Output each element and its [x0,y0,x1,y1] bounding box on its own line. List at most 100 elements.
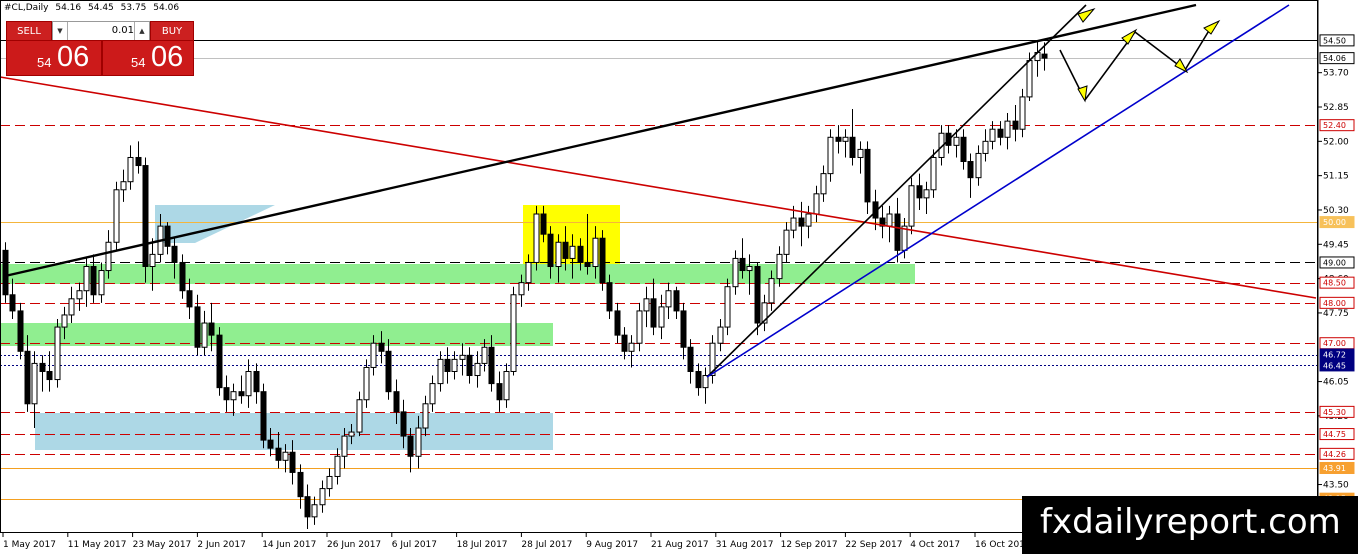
candle-body-bull [982,140,989,154]
ohlc-close: 54.06 [153,3,180,13]
ohlc-open: 54.16 [55,3,82,13]
buy-price-box[interactable]: 54 06 [102,40,194,76]
candle-body-bear [864,148,871,203]
lot-decrease-icon[interactable]: ▼ [53,22,68,40]
candle [326,468,333,497]
level-44-26-label: 44.26 [1319,447,1355,460]
price-label-text: 52.40 [1323,121,1346,130]
lot-size-input[interactable] [68,23,136,38]
candle [923,181,930,215]
candle-body-bull [98,270,105,296]
price-chart[interactable]: 53.7052.8552.0051.1550.3049.4548.6047.75… [0,0,1358,554]
candle [437,351,444,392]
watermark-banner: fxdailyreport.com [1022,496,1358,554]
trendline-black-steep[interactable] [706,4,1087,378]
candle [967,153,974,198]
candle-body-bull [105,241,112,272]
price-tick-label: 53.70 [1323,69,1349,79]
candle-body-bear [223,387,230,401]
candle-body-bear [1012,120,1019,130]
candle-body-bear [687,346,694,372]
zones-layer [0,205,915,450]
candle-body-bull [31,362,38,405]
candle-body-bear [9,294,16,312]
candle-body-bear [179,261,186,292]
candle-body-bull [658,306,665,328]
candle-body-bear [547,233,554,268]
level-46-72-label: 46.72 [1319,348,1355,361]
candle-body-bear [835,136,842,142]
price-label-text: 48.50 [1323,279,1346,288]
sell-button[interactable]: SELL [6,21,52,41]
level-52-40-label: 52.40 [1319,119,1355,132]
trendline-blue-support[interactable] [706,4,1290,378]
price-label-text: 44.75 [1323,430,1346,439]
arrowheads [1077,8,1221,103]
sell-price-box[interactable]: 54 06 [6,40,102,76]
arrow-up-3 [1203,19,1221,35]
candle [2,242,9,303]
candle-body-bear [488,346,495,385]
candle-body-bear [378,342,385,352]
candle [864,141,871,215]
candle-body-bull [319,488,326,506]
candle-body-bear [997,128,1004,138]
candle [444,347,451,384]
candle [503,363,510,408]
date-tick-label: 11 May 2017 [68,540,127,550]
date-tick-label: 18 Jul 2017 [457,540,508,550]
candle-body-bull [113,189,120,243]
lot-increase-icon[interactable]: ▲ [134,22,149,40]
price-label-text: 46.45 [1323,361,1346,370]
candle-body-bear [695,370,702,389]
price-tick-label: 46.05 [1323,378,1349,388]
candle-body-bear [916,185,923,199]
candle-body-bull [975,152,982,179]
candle-body-bull [149,253,156,268]
lot-size-control: ▼ ▲ [52,21,150,41]
buy-price-pips: 06 [151,41,184,73]
candle-body-bear [253,370,260,393]
candle [304,484,311,529]
arrow-down-2 [1174,58,1189,74]
candle [334,448,341,485]
candle [127,145,134,190]
candle-body-bear [135,156,142,167]
candle [113,181,120,251]
candle [960,129,967,170]
price-label-text: 48.00 [1323,299,1346,308]
level-48-00-label: 48.00 [1319,296,1355,309]
candle-body-bull [348,431,355,437]
candle [24,335,31,412]
candle-body-bull [363,366,370,401]
candle-body-bull [717,326,724,344]
candle-body-bear [2,249,9,296]
candle-body-bull [820,173,827,195]
buy-button[interactable]: BUY [150,21,194,41]
candle [636,302,643,352]
sell-price-pips: 06 [57,41,90,73]
price-label-text: 45.30 [1323,408,1346,417]
candle-body-bear [584,261,591,268]
level-54-50-label: 54.50 [1319,34,1355,47]
buy-price-big-figure: 54 [131,55,146,70]
candle-body-bull [503,370,510,401]
price-label-text: 49.00 [1323,258,1346,267]
candle-body-bull [525,261,532,284]
candle-body-bull [370,342,377,368]
candle-body-bear [216,334,223,389]
candle-body-bear [267,439,274,449]
candle-body-bull [326,475,333,490]
candle-body-bull [768,278,775,304]
one-click-trading-panel: SELL ▼ ▲ BUY 54 06 54 06 [4,18,194,76]
date-tick-label: 9 Aug 2017 [586,540,638,550]
candle-body-bull [592,237,599,267]
candle-body-bear [614,310,621,336]
candle [533,205,540,271]
candle [820,165,827,202]
candle-body-bear [562,241,569,259]
sell-price-big-figure: 54 [37,55,52,70]
candle-body-bear [849,136,856,158]
candle-body-bull [665,290,672,308]
candle-body-bull [311,504,318,518]
